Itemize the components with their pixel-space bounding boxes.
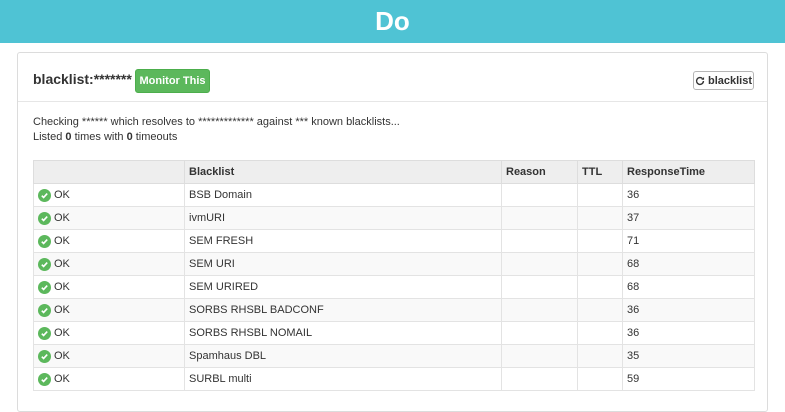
blacklist-cell: Spamhaus DBL bbox=[184, 344, 502, 368]
reason-cell bbox=[501, 367, 578, 391]
response-time-cell: 36 bbox=[622, 183, 755, 207]
header-blacklist: Blacklist bbox=[184, 160, 502, 184]
reason-cell bbox=[501, 275, 578, 299]
reason-cell bbox=[501, 252, 578, 276]
table-row: OK ivmURI 37 bbox=[33, 206, 755, 230]
reason-cell bbox=[501, 229, 578, 253]
status-cell: OK bbox=[33, 229, 185, 253]
table-row: OK SORBS RHSBL NOMAIL 36 bbox=[33, 321, 755, 345]
ttl-cell bbox=[577, 344, 623, 368]
table-row: OK BSB Domain 36 bbox=[33, 183, 755, 207]
blacklist-cell: SORBS RHSBL NOMAIL bbox=[184, 321, 502, 345]
status-label: OK bbox=[54, 373, 70, 385]
status-cell: OK bbox=[33, 367, 185, 391]
blacklist-cell: SEM URI bbox=[184, 252, 502, 276]
ttl-cell bbox=[577, 229, 623, 253]
table-row: OK SEM URIRED 68 bbox=[33, 275, 755, 299]
blacklist-table: Blacklist Reason TTL ResponseTime OK BSB … bbox=[33, 160, 755, 391]
check-circle-icon bbox=[38, 372, 51, 386]
top-banner: Do bbox=[0, 0, 785, 43]
status-cell: OK bbox=[33, 206, 185, 230]
response-time-cell: 68 bbox=[622, 252, 755, 276]
response-time-cell: 68 bbox=[622, 275, 755, 299]
status-cell: OK bbox=[33, 321, 185, 345]
reason-cell bbox=[501, 206, 578, 230]
status-label: OK bbox=[54, 258, 70, 270]
status-label: OK bbox=[54, 327, 70, 339]
checking-text: Checking ****** which resolves to ******… bbox=[33, 116, 400, 128]
blacklist-cell: SEM URIRED bbox=[184, 275, 502, 299]
status-label: OK bbox=[54, 281, 70, 293]
header-response-time: ResponseTime bbox=[622, 160, 755, 184]
table-row: OK SEM URI 68 bbox=[33, 252, 755, 276]
blacklist-cell: BSB Domain bbox=[184, 183, 502, 207]
table-row: OK Spamhaus DBL 35 bbox=[33, 344, 755, 368]
check-circle-icon bbox=[38, 211, 51, 225]
results-panel: blacklist:******* Monitor This blacklist… bbox=[17, 52, 768, 412]
ttl-cell bbox=[577, 321, 623, 345]
status-cell: OK bbox=[33, 344, 185, 368]
ttl-cell bbox=[577, 367, 623, 391]
header-ttl: TTL bbox=[577, 160, 623, 184]
blacklist-button-label: blacklist bbox=[707, 74, 753, 87]
check-circle-icon bbox=[38, 303, 51, 317]
reason-cell bbox=[501, 344, 578, 368]
header-status bbox=[33, 160, 185, 184]
check-circle-icon bbox=[38, 234, 51, 248]
panel-header: blacklist:******* Monitor This blacklist bbox=[18, 53, 767, 102]
blacklist-cell: SEM FRESH bbox=[184, 229, 502, 253]
listed-mid: times with bbox=[71, 131, 127, 143]
blacklist-cell: SURBL multi bbox=[184, 367, 502, 391]
table-row: OK SURBL multi 59 bbox=[33, 367, 755, 391]
status-cell: OK bbox=[33, 252, 185, 276]
table-header-row: Blacklist Reason TTL ResponseTime bbox=[33, 160, 755, 184]
ttl-cell bbox=[577, 206, 623, 230]
listed-prefix: Listed bbox=[33, 131, 66, 143]
response-time-cell: 36 bbox=[622, 298, 755, 322]
status-cell: OK bbox=[33, 183, 185, 207]
ttl-cell bbox=[577, 252, 623, 276]
table-row: OK SEM FRESH 71 bbox=[33, 229, 755, 253]
check-circle-icon bbox=[38, 326, 51, 340]
blacklist-cell: ivmURI bbox=[184, 206, 502, 230]
check-circle-icon bbox=[38, 257, 51, 271]
reason-cell bbox=[501, 298, 578, 322]
header-reason: Reason bbox=[501, 160, 578, 184]
reason-cell bbox=[501, 183, 578, 207]
status-label: OK bbox=[54, 350, 70, 362]
response-time-cell: 59 bbox=[622, 367, 755, 391]
status-label: OK bbox=[54, 212, 70, 224]
status-label: OK bbox=[54, 304, 70, 316]
check-circle-icon bbox=[38, 188, 51, 202]
reason-cell bbox=[501, 321, 578, 345]
blacklist-cell: SORBS RHSBL BADCONF bbox=[184, 298, 502, 322]
listed-suffix: timeouts bbox=[132, 131, 178, 143]
check-circle-icon bbox=[38, 349, 51, 363]
table-row: OK SORBS RHSBL BADCONF 36 bbox=[33, 298, 755, 322]
response-time-cell: 36 bbox=[622, 321, 755, 345]
listed-summary: Listed 0 times with 0 timeouts bbox=[33, 131, 177, 143]
status-cell: OK bbox=[33, 275, 185, 299]
status-label: OK bbox=[54, 235, 70, 247]
check-circle-icon bbox=[38, 280, 51, 294]
blacklist-refresh-button[interactable]: blacklist bbox=[693, 71, 754, 90]
ttl-cell bbox=[577, 298, 623, 322]
response-time-cell: 37 bbox=[622, 206, 755, 230]
banner-title: Do bbox=[375, 6, 410, 36]
refresh-icon bbox=[695, 76, 705, 85]
response-time-cell: 35 bbox=[622, 344, 755, 368]
status-label: OK bbox=[54, 189, 70, 201]
ttl-cell bbox=[577, 183, 623, 207]
response-time-cell: 71 bbox=[622, 229, 755, 253]
monitor-this-button[interactable]: Monitor This bbox=[135, 69, 210, 93]
status-cell: OK bbox=[33, 298, 185, 322]
page-title: blacklist:******* bbox=[33, 71, 132, 87]
ttl-cell bbox=[577, 275, 623, 299]
